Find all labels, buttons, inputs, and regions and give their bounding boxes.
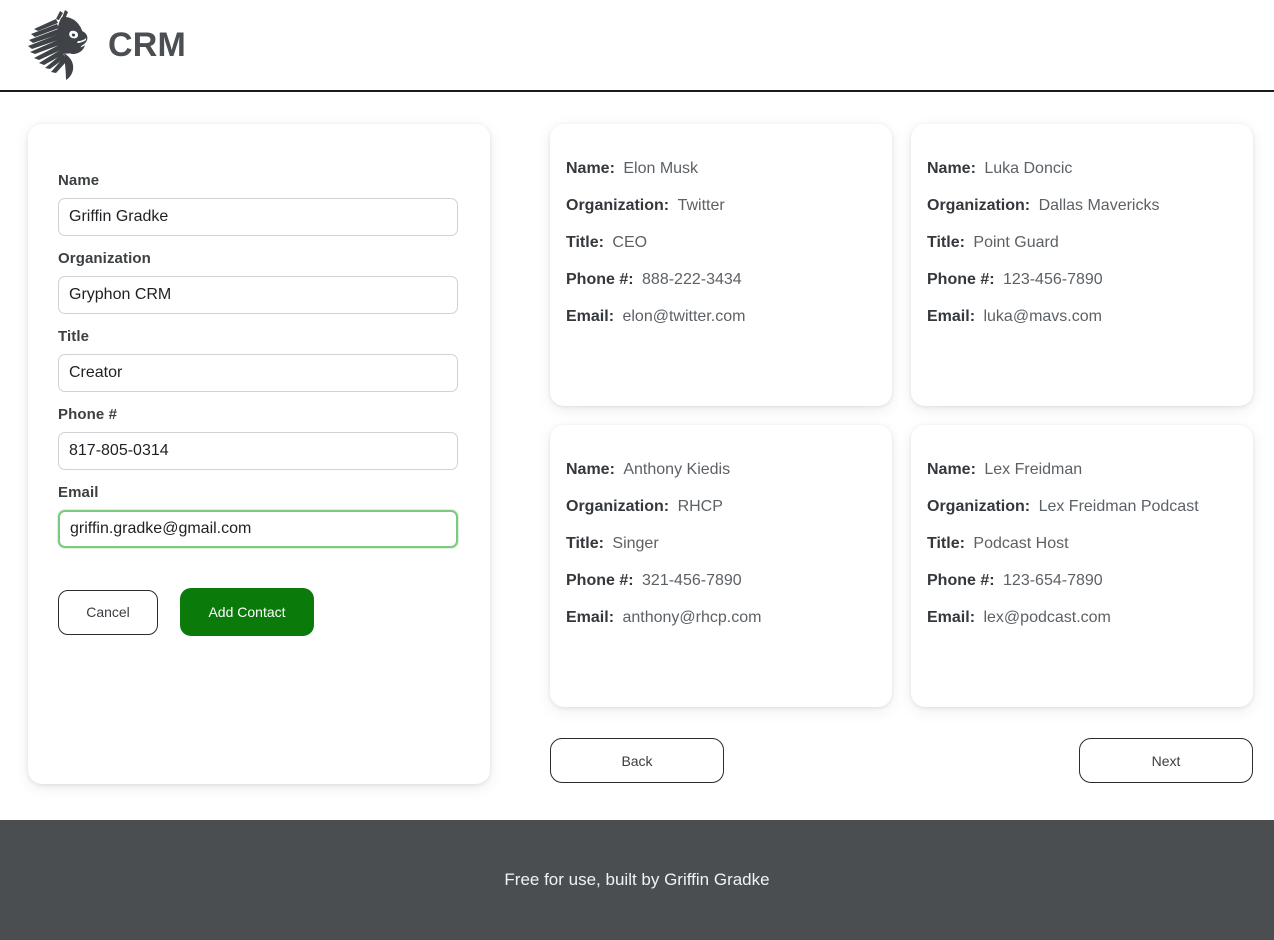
contact-email-label: Email: <box>927 609 975 626</box>
add-contact-form: Name Organization Title Phone # Email Ca… <box>28 124 490 784</box>
contact-name-value: Anthony Kiedis <box>623 461 730 478</box>
contact-phone-value: 123-654-7890 <box>1003 572 1103 589</box>
field-phone: Phone # <box>58 406 460 470</box>
contact-email-row: Email: lex@podcast.com <box>927 609 1231 627</box>
title-input[interactable] <box>58 354 458 392</box>
add-contact-button[interactable]: Add Contact <box>180 588 314 636</box>
back-button[interactable]: Back <box>550 738 724 783</box>
contact-email-label: Email: <box>566 609 614 626</box>
contact-organization-label: Organization: <box>566 498 669 515</box>
contact-email-row: Email: anthony@rhcp.com <box>566 609 870 627</box>
contact-phone-row: Phone #: 321-456-7890 <box>566 572 870 590</box>
contact-title-label: Title: <box>566 234 604 251</box>
name-input[interactable] <box>58 198 458 236</box>
contact-card[interactable]: Name: Elon Musk Organization: Twitter Ti… <box>550 124 892 406</box>
cancel-button[interactable]: Cancel <box>58 590 158 635</box>
contact-organization-value: RHCP <box>678 498 723 515</box>
contact-organization-row: Organization: Lex Freidman Podcast <box>927 498 1231 516</box>
contact-title-label: Title: <box>927 234 965 251</box>
contact-name-row: Name: Anthony Kiedis <box>566 461 870 479</box>
contact-name-row: Name: Luka Doncic <box>927 160 1231 178</box>
contact-email-label: Email: <box>927 308 975 325</box>
contact-email-row: Email: elon@twitter.com <box>566 308 870 326</box>
contact-organization-label: Organization: <box>927 197 1030 214</box>
contact-email-label: Email: <box>566 308 614 325</box>
contact-name-row: Name: Elon Musk <box>566 160 870 178</box>
field-title: Title <box>58 328 460 392</box>
contact-email-row: Email: luka@mavs.com <box>927 308 1231 326</box>
phone-input[interactable] <box>58 432 458 470</box>
contact-email-value: elon@twitter.com <box>622 308 745 325</box>
contact-name-label: Name: <box>927 461 976 478</box>
label-name: Name <box>58 172 460 189</box>
contacts-grid: Name: Elon Musk Organization: Twitter Ti… <box>550 124 1253 707</box>
contact-email-value: lex@podcast.com <box>983 609 1110 626</box>
field-email: Email <box>58 484 460 548</box>
contact-phone-row: Phone #: 888-222-3434 <box>566 271 870 289</box>
contact-phone-label: Phone #: <box>927 271 995 288</box>
griffin-head-icon <box>26 7 90 83</box>
contact-card[interactable]: Name: Luka Doncic Organization: Dallas M… <box>911 124 1253 406</box>
page-title: CRM <box>108 28 186 62</box>
app-footer: Free for use, built by Griffin Gradke <box>0 820 1274 940</box>
organization-input[interactable] <box>58 276 458 314</box>
contact-card[interactable]: Name: Anthony Kiedis Organization: RHCP … <box>550 425 892 707</box>
email-input[interactable] <box>58 510 458 548</box>
contact-card[interactable]: Name: Lex Freidman Organization: Lex Fre… <box>911 425 1253 707</box>
contact-title-value: Podcast Host <box>973 535 1068 552</box>
contact-name-label: Name: <box>566 461 615 478</box>
contact-title-row: Title: Point Guard <box>927 234 1231 252</box>
contact-organization-row: Organization: Dallas Mavericks <box>927 197 1231 215</box>
contact-title-value: Point Guard <box>973 234 1058 251</box>
contacts-area: Name: Elon Musk Organization: Twitter Ti… <box>550 124 1253 783</box>
field-name: Name <box>58 172 460 236</box>
contact-title-row: Title: Singer <box>566 535 870 553</box>
contact-organization-value: Dallas Mavericks <box>1039 197 1160 214</box>
contact-phone-value: 321-456-7890 <box>642 572 742 589</box>
footer-credit-text: Free for use, built by Griffin Gradke <box>504 870 769 890</box>
contact-email-value: anthony@rhcp.com <box>622 609 761 626</box>
contact-organization-label: Organization: <box>566 197 669 214</box>
contact-phone-label: Phone #: <box>566 572 634 589</box>
label-organization: Organization <box>58 250 460 267</box>
contact-title-row: Title: CEO <box>566 234 870 252</box>
contact-title-label: Title: <box>566 535 604 552</box>
contact-organization-value: Twitter <box>678 197 725 214</box>
contact-name-label: Name: <box>927 160 976 177</box>
contact-title-value: CEO <box>612 234 647 251</box>
form-actions: Cancel Add Contact <box>58 588 460 636</box>
contact-title-value: Singer <box>612 535 658 552</box>
contact-organization-row: Organization: RHCP <box>566 498 870 516</box>
contact-organization-value: Lex Freidman Podcast <box>1039 498 1199 515</box>
contact-name-value: Lex Freidman <box>984 461 1082 478</box>
contact-name-value: Luka Doncic <box>984 160 1072 177</box>
contact-phone-value: 888-222-3434 <box>642 271 742 288</box>
label-phone: Phone # <box>58 406 460 423</box>
contact-title-label: Title: <box>927 535 965 552</box>
contact-name-row: Name: Lex Freidman <box>927 461 1231 479</box>
main-content: Name Organization Title Phone # Email Ca… <box>0 92 1274 820</box>
contact-phone-label: Phone #: <box>566 271 634 288</box>
app-header: CRM <box>0 0 1274 92</box>
label-email: Email <box>58 484 460 501</box>
label-title: Title <box>58 328 460 345</box>
contact-phone-value: 123-456-7890 <box>1003 271 1103 288</box>
contact-phone-label: Phone #: <box>927 572 995 589</box>
contact-name-value: Elon Musk <box>623 160 698 177</box>
contact-phone-row: Phone #: 123-654-7890 <box>927 572 1231 590</box>
contact-organization-row: Organization: Twitter <box>566 197 870 215</box>
contact-phone-row: Phone #: 123-456-7890 <box>927 271 1231 289</box>
contact-title-row: Title: Podcast Host <box>927 535 1231 553</box>
pagination-controls: Back Next <box>550 738 1253 783</box>
contact-name-label: Name: <box>566 160 615 177</box>
next-button[interactable]: Next <box>1079 738 1253 783</box>
contact-organization-label: Organization: <box>927 498 1030 515</box>
field-organization: Organization <box>58 250 460 314</box>
contact-email-value: luka@mavs.com <box>983 308 1102 325</box>
